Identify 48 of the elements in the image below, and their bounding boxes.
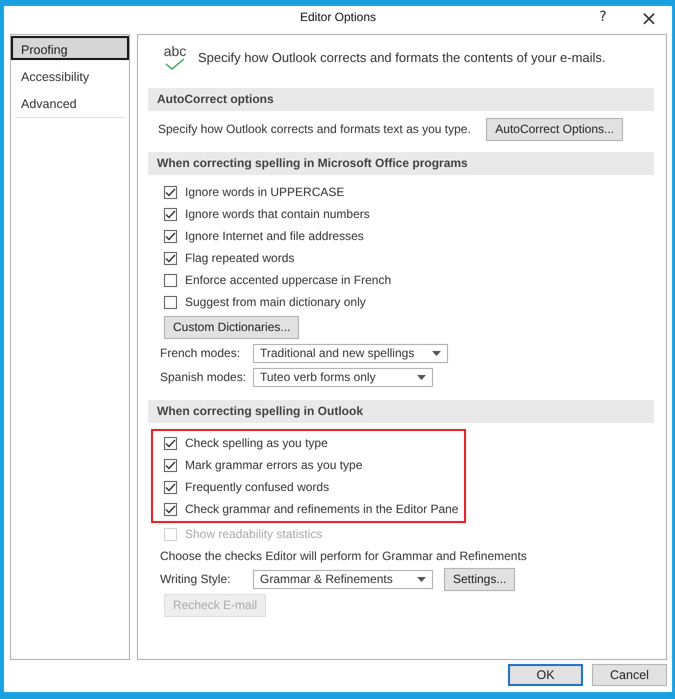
checkbox[interactable] — [164, 208, 177, 220]
dropdown-label: French modes: — [160, 346, 242, 360]
dropdown-arrow-icon — [417, 374, 426, 380]
dialog-button[interactable]: Cancel — [592, 664, 667, 686]
button[interactable]: Custom Dictionaries... — [164, 316, 300, 338]
checkbox[interactable] — [164, 502, 177, 516]
checkbox-label: Show readability statistics — [185, 527, 322, 541]
checkbox-label: Frequently confused words — [185, 480, 330, 494]
checkbox[interactable] — [164, 230, 177, 242]
section-header: AutoCorrect options — [148, 88, 654, 111]
checkbox-label: Suggest from main dictionary only — [185, 295, 366, 309]
intro-text: Specify how Outlook corrects and formats the contents of your e-mails. — [198, 50, 606, 64]
button[interactable]: Settings... — [444, 568, 516, 590]
dropdown-arrow-icon — [432, 350, 442, 356]
checkbox[interactable] — [164, 296, 177, 308]
dropdown-arrow-icon — [417, 576, 426, 582]
description-text: Choose the checks Editor will perform for Grammar and Refinements — [160, 549, 527, 563]
checkbox[interactable] — [164, 186, 177, 198]
close-button[interactable]: × — [626, 6, 672, 28]
checkbox[interactable] — [164, 274, 177, 286]
dropdown-label: Writing Style: — [160, 572, 232, 586]
dropdown[interactable]: Tuteo verb forms only — [253, 368, 433, 386]
section-header: When correcting spelling in Microsoft Office programs — [148, 152, 654, 175]
section-header: When correcting spelling in Outlook — [148, 400, 654, 423]
checkbox[interactable] — [164, 436, 177, 450]
checkbox-label: Ignore Internet and file addresses — [185, 229, 364, 243]
help-button[interactable]: ? — [580, 6, 626, 28]
button: Recheck E-mail — [164, 594, 266, 616]
sidebar-item[interactable]: Proofing — [11, 36, 129, 60]
checkbox-label: Ignore words in UPPERCASE — [185, 185, 344, 199]
dialog-button[interactable]: OK — [508, 664, 583, 686]
checkbox[interactable] — [164, 480, 177, 494]
checkbox[interactable] — [164, 458, 177, 472]
checkbox-label: Check grammar and refinements in the Editor Pane — [185, 502, 458, 516]
checkbox[interactable] — [164, 252, 177, 264]
checkbox-label: Flag repeated words — [185, 251, 294, 265]
checkbox-label: Enforce accented uppercase in French — [185, 273, 392, 287]
description-text: Specify how Outlook corrects and formats text as you type. — [158, 122, 471, 136]
window-title: Editor Options — [300, 10, 376, 24]
sidebar-item[interactable]: Accessibility — [11, 63, 129, 87]
dropdown[interactable]: Grammar & Refinements — [253, 570, 433, 588]
dropdown[interactable]: Traditional and new spellings — [253, 344, 448, 362]
dropdown-label: Spanish modes: — [160, 370, 248, 384]
sidebar-item[interactable]: Advanced — [11, 90, 129, 114]
checkbox-label: Ignore words that contain numbers — [185, 207, 370, 221]
checkbox-label: Check spelling as you type — [185, 436, 328, 450]
checkbox-label: Mark grammar errors as you type — [185, 458, 362, 472]
button[interactable]: AutoCorrect Options... — [486, 118, 623, 140]
